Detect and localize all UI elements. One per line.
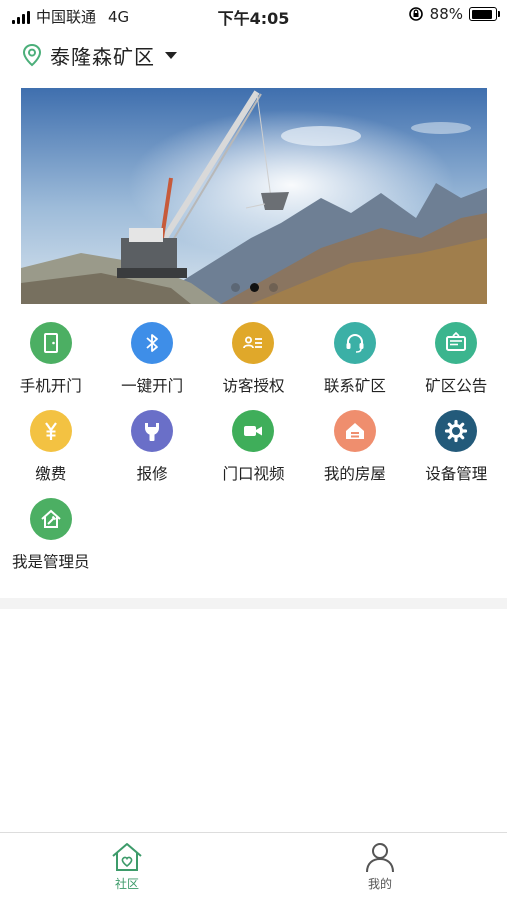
house-icon xyxy=(333,410,376,452)
notice-board-icon xyxy=(435,322,478,364)
banner-image xyxy=(21,88,487,304)
grid-item-label: 我的房屋 xyxy=(323,465,386,483)
yen-icon xyxy=(29,410,72,452)
grid-item-label: 手机开门 xyxy=(19,377,82,395)
bluetooth-icon xyxy=(131,322,174,364)
grid-item-label: 缴费 xyxy=(35,465,67,483)
location-pin-icon xyxy=(22,43,42,67)
tab-community-label: 社区 xyxy=(114,877,139,891)
carousel-dot[interactable] xyxy=(249,283,259,292)
admin-tools-icon xyxy=(29,498,72,540)
location-name: 泰隆森矿区 xyxy=(50,44,155,69)
grid-item-visitor-card[interactable]: 访客授权 xyxy=(203,322,304,396)
grid-item-label: 联系矿区 xyxy=(323,377,386,395)
grid-item-label: 访客授权 xyxy=(222,377,285,395)
headset-icon xyxy=(333,322,376,364)
grid-item-yen[interactable]: 缴费 xyxy=(0,410,101,484)
video-camera-icon xyxy=(232,410,275,452)
function-grid: 手机开门 一键开门 访客授权 联系矿区 矿区公告缴费 报修 门口视频 我的房屋 设备管理我是管理… xyxy=(0,322,507,572)
grid-item-video-camera[interactable]: 门口视频 xyxy=(203,410,304,484)
phone-door-icon xyxy=(29,322,72,364)
banner-carousel[interactable] xyxy=(21,88,487,304)
grid-item-wrench[interactable]: 报修 xyxy=(101,410,202,484)
carousel-dot[interactable] xyxy=(268,283,278,292)
tab-mine[interactable]: 我的 xyxy=(340,841,420,892)
visitor-card-icon xyxy=(232,322,275,364)
grid-item-label: 矿区公告 xyxy=(425,377,488,395)
user-icon xyxy=(366,843,394,873)
grid-item-admin-tools[interactable]: 我是管理员 xyxy=(0,498,101,572)
grid-item-label: 报修 xyxy=(136,465,168,483)
carousel-dot[interactable] xyxy=(230,283,240,292)
tab-community[interactable]: 社区 xyxy=(87,841,167,892)
chevron-down-icon xyxy=(165,51,177,59)
community-home-icon xyxy=(112,843,142,871)
grid-item-label: 设备管理 xyxy=(425,465,488,483)
grid-item-house[interactable]: 我的房屋 xyxy=(304,410,405,484)
tab-bar: 社区 我的 xyxy=(0,832,507,900)
section-divider xyxy=(0,598,507,609)
grid-item-gear[interactable]: 设备管理 xyxy=(406,410,507,484)
grid-item-notice-board[interactable]: 矿区公告 xyxy=(406,322,507,396)
tab-mine-label: 我的 xyxy=(367,877,392,891)
status-right: 88% xyxy=(408,5,500,23)
wrench-icon xyxy=(131,410,174,452)
battery-icon xyxy=(469,7,500,21)
gear-icon xyxy=(435,410,478,452)
grid-item-headset[interactable]: 联系矿区 xyxy=(304,322,405,396)
carousel-indicator xyxy=(21,283,487,292)
grid-item-label: 门口视频 xyxy=(222,465,285,483)
grid-item-label: 一键开门 xyxy=(121,377,184,395)
status-bar: 中国联通 4G 下午4:05 88% xyxy=(0,0,507,30)
location-selector[interactable]: 泰隆森矿区 xyxy=(22,40,177,70)
orientation-lock-icon xyxy=(408,7,423,21)
grid-item-label: 我是管理员 xyxy=(11,553,90,571)
battery-percent: 88% xyxy=(429,5,463,23)
grid-item-phone-door[interactable]: 手机开门 xyxy=(0,322,101,396)
grid-item-bluetooth[interactable]: 一键开门 xyxy=(101,322,202,396)
